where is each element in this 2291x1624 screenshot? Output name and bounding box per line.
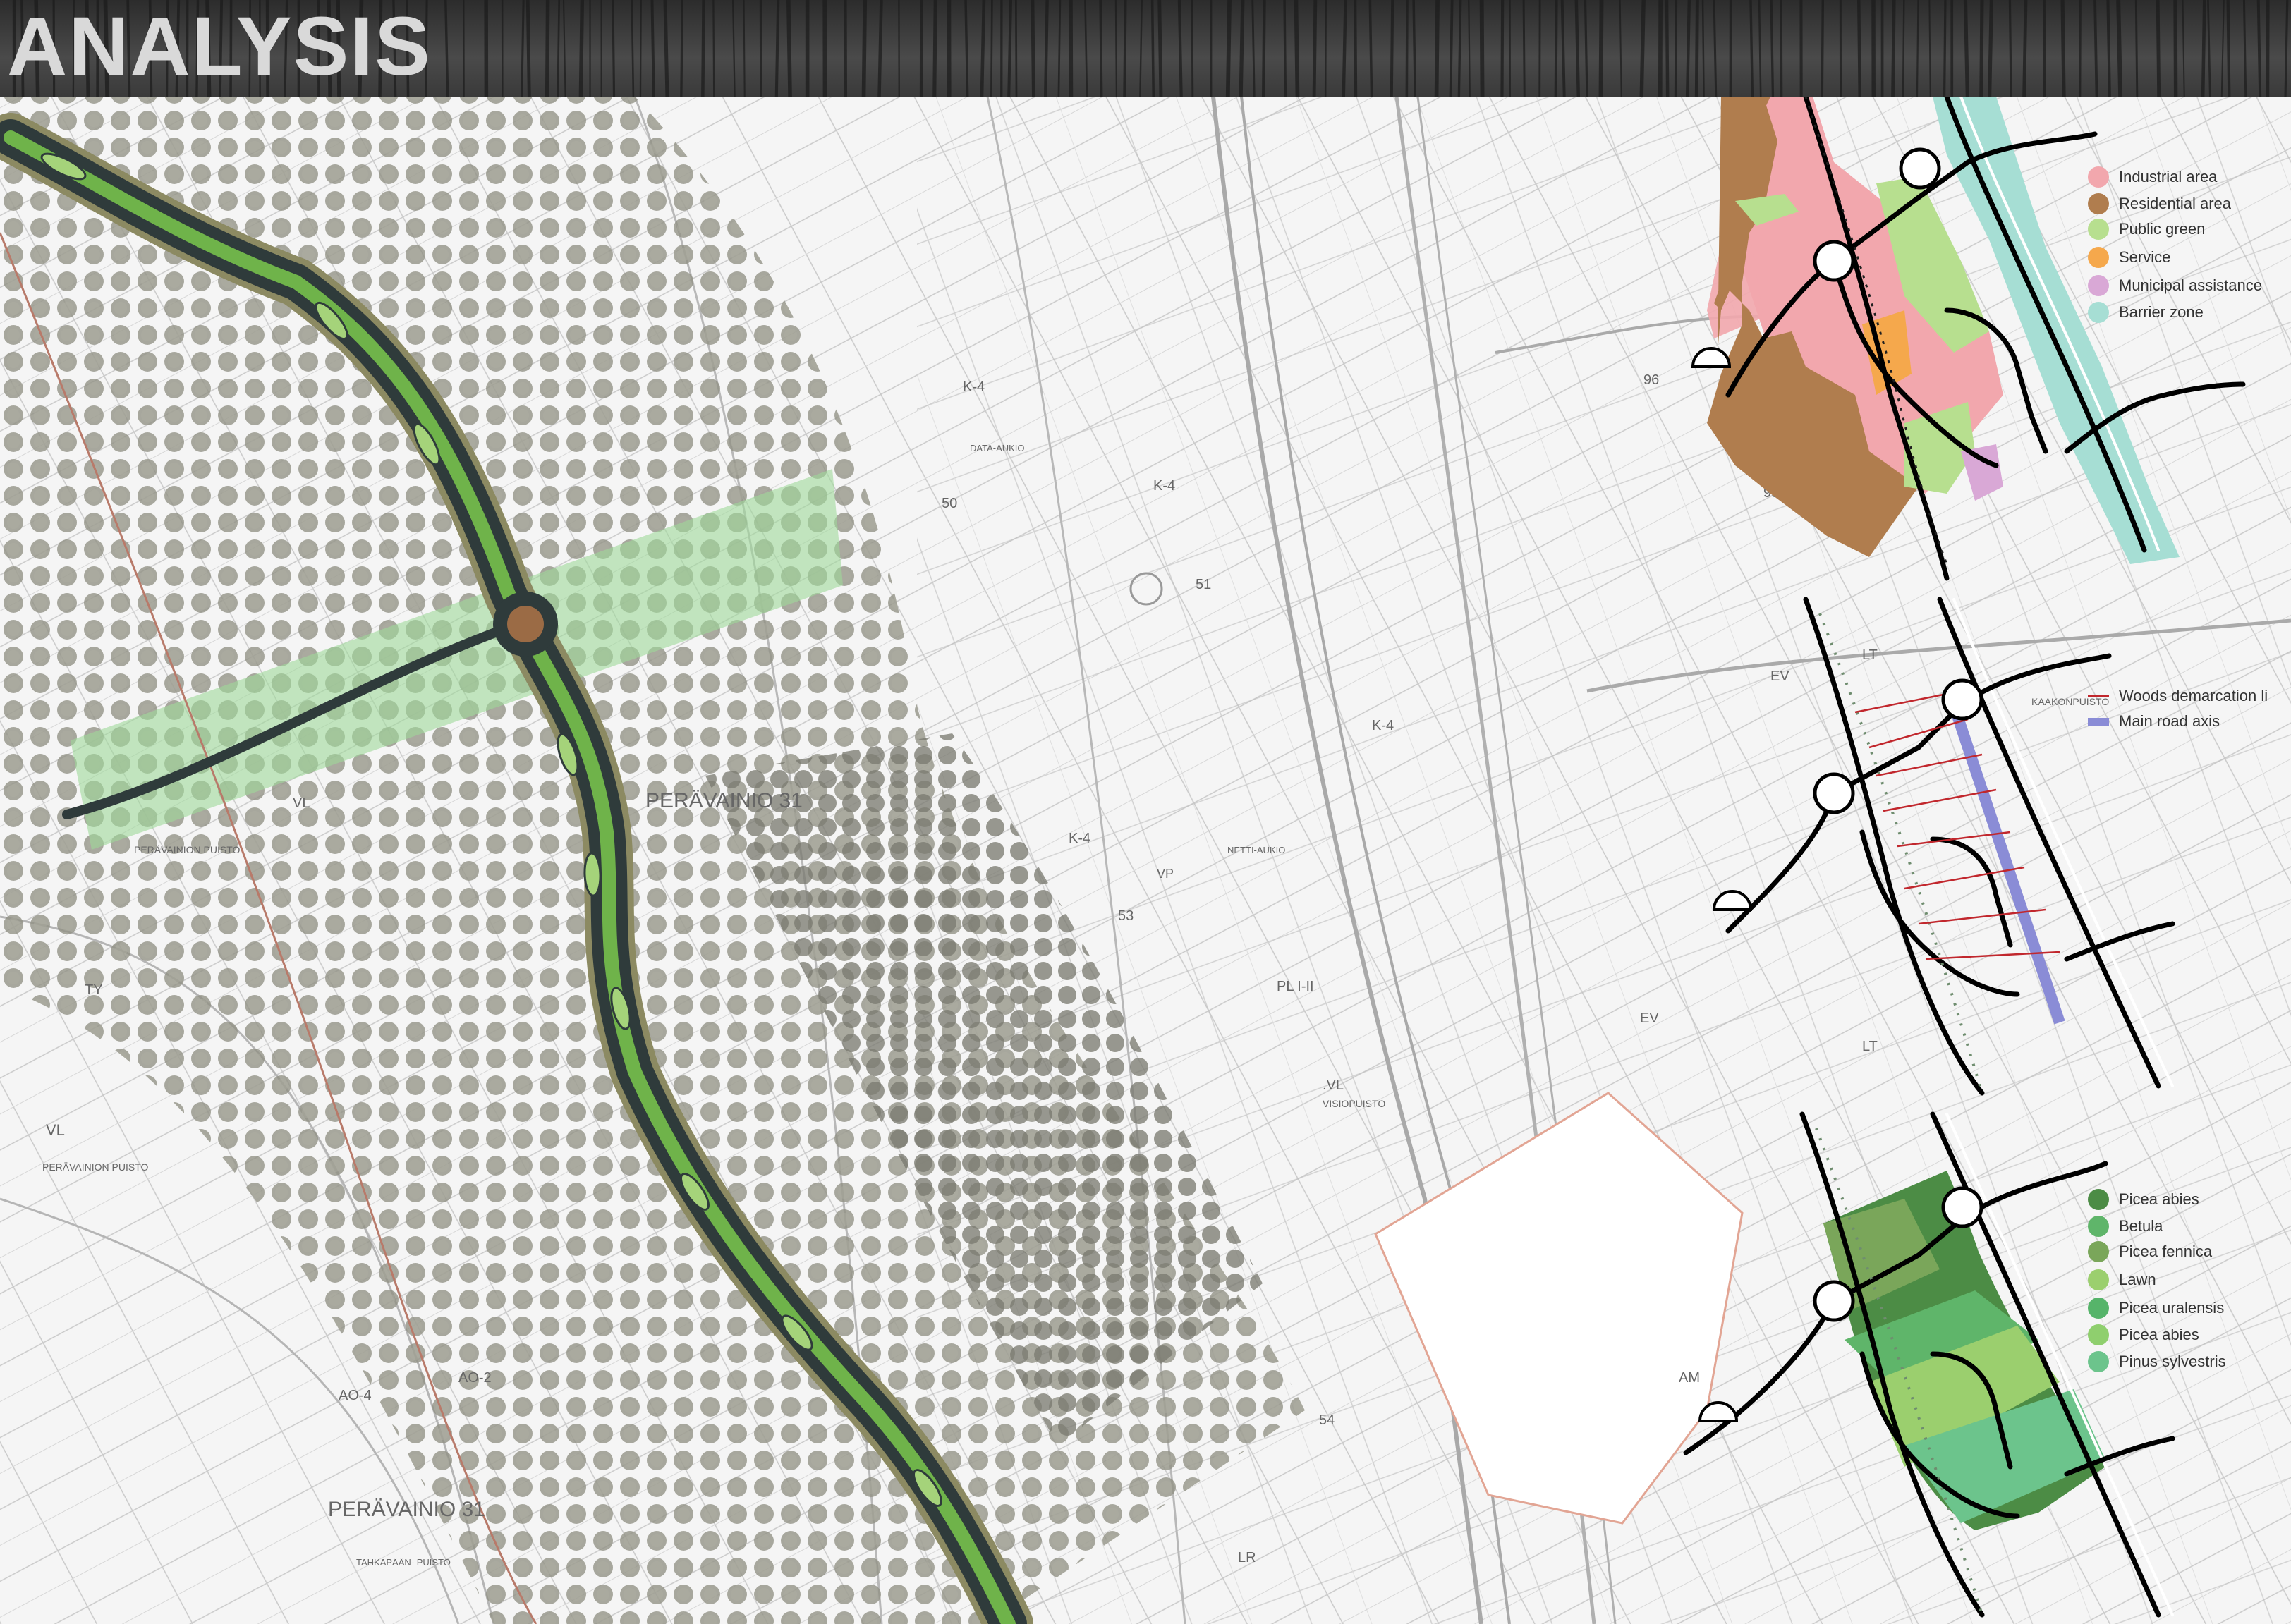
axis-legend: Woods demarcation li Main road axis bbox=[2088, 685, 2291, 735]
map-label-num-96: 96 bbox=[1643, 372, 1659, 388]
map-label-num-54: 54 bbox=[1319, 1412, 1335, 1428]
map-label-peravainionpuisto-b: PERÄVAINION PUISTO bbox=[134, 844, 241, 855]
map-label-lr: LR bbox=[1238, 1550, 1256, 1565]
map-label-peravainio-31-a: PERÄVAINIO 31 bbox=[645, 789, 803, 812]
map-label-am: AM bbox=[1679, 1370, 1700, 1386]
map-label-peravainionpuisto-a: PERÄVAINION PUISTO bbox=[42, 1161, 149, 1173]
map-label-k4-d: K-4 bbox=[1069, 831, 1090, 846]
map-label-num-53: 53 bbox=[1118, 908, 1134, 924]
swatch bbox=[2088, 1351, 2109, 1372]
map-label-ev-a: EV bbox=[1770, 668, 1789, 684]
map-label-vl-c: .VL bbox=[1323, 1077, 1344, 1093]
legend-label: Pinus sylvestris bbox=[2119, 1353, 2226, 1370]
swatch-residential bbox=[2088, 193, 2109, 214]
legend-label: Industrial area bbox=[2119, 168, 2218, 185]
legend-label: Picea abies bbox=[2119, 1190, 2199, 1208]
map-label-ao2: AO-2 bbox=[458, 1370, 492, 1386]
map-label-k4-b: K-4 bbox=[1153, 478, 1175, 494]
line-swatch bbox=[2088, 695, 2109, 697]
legend-label: Picea fennica bbox=[2119, 1243, 2213, 1260]
legend-label: Picea uralensis bbox=[2119, 1299, 2225, 1317]
map-label-k4-a: K-4 bbox=[963, 379, 985, 395]
header-banner: ANALYSIS bbox=[0, 0, 2291, 97]
legend-label: Public green bbox=[2119, 220, 2206, 238]
map-label-lt-b: LT bbox=[1862, 1039, 1878, 1054]
swatch-public-green bbox=[2088, 219, 2109, 240]
swatch bbox=[2088, 1189, 2109, 1210]
swatch bbox=[2088, 1241, 2109, 1262]
map-label-vl-a: VL bbox=[46, 1121, 65, 1139]
map-label-num-51: 51 bbox=[1196, 577, 1211, 592]
map-label-netti-aukio: NETTI-AUKIO bbox=[1227, 845, 1285, 855]
map-label-tahkapaan: TAHKAPÄÄN- PUISTO bbox=[356, 1557, 451, 1568]
map-label-data-aukio: DATA-AUKIO bbox=[970, 443, 1025, 453]
swatch bbox=[2088, 1269, 2109, 1290]
legend-label: Lawn bbox=[2119, 1271, 2156, 1288]
map-label-peravainio-31-b: PERÄVAINIO 31 bbox=[328, 1498, 485, 1521]
map-label-pl: PL I-II bbox=[1277, 979, 1314, 994]
swatch-service bbox=[2088, 247, 2109, 268]
swatch bbox=[2088, 1216, 2109, 1237]
map-label-k4-c: K-4 bbox=[1372, 718, 1394, 733]
swatch-municipal bbox=[2088, 275, 2109, 296]
page-title: ANALYSIS bbox=[7, 0, 432, 93]
map-label-ev-b: EV bbox=[1640, 1011, 1659, 1026]
legend-label: Service bbox=[2119, 248, 2171, 266]
legend-label: Betula bbox=[2119, 1217, 2163, 1235]
legend-label: Picea abies bbox=[2119, 1326, 2199, 1343]
legend-label: Woods demarcation li bbox=[2119, 687, 2268, 704]
bar-swatch bbox=[2088, 718, 2109, 726]
map-label-ao4: AO-4 bbox=[339, 1388, 372, 1403]
legend-label: Barrier zone bbox=[2119, 303, 2204, 321]
swatch-barrier bbox=[2088, 302, 2109, 323]
map-label-vl-b: VL bbox=[293, 795, 310, 811]
map-label-vp: VP bbox=[1157, 867, 1174, 881]
landuse-legend: Industrial area Residential area Public … bbox=[2088, 166, 2291, 329]
tree-species-legend: Picea abies Betula Picea fennica Lawn Pi… bbox=[2088, 1189, 2291, 1379]
legend-label: Municipal assistance bbox=[2119, 276, 2262, 294]
legend-label: Residential area bbox=[2119, 195, 2231, 212]
map-label-ty: TY bbox=[85, 982, 103, 998]
map-label-num-50: 50 bbox=[942, 496, 957, 511]
map-label-lt-a: LT bbox=[1862, 647, 1878, 663]
legend-label: Main road axis bbox=[2119, 712, 2220, 730]
map-label-visiopuisto: VISIOPUISTO bbox=[1323, 1098, 1385, 1109]
swatch bbox=[2088, 1324, 2109, 1345]
swatch-industrial bbox=[2088, 166, 2109, 188]
swatch bbox=[2088, 1298, 2109, 1319]
site-plan-map: PERÄVAINIO 31 PERÄVAINIO 31 LT LT EV EV … bbox=[0, 97, 2291, 1624]
